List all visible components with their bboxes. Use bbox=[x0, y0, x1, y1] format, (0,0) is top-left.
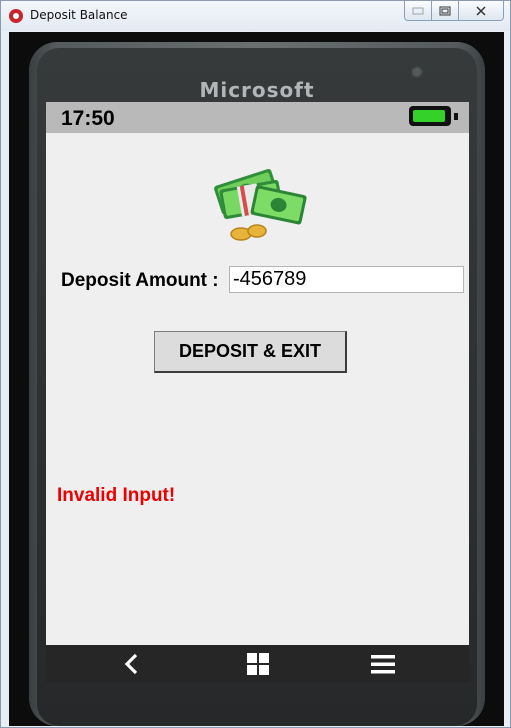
camera-icon bbox=[411, 66, 423, 78]
minimize-icon bbox=[412, 7, 424, 14]
close-button[interactable] bbox=[459, 1, 504, 21]
phone-screen: 17:50 Deposit Amount: -456789 DEPOSIT &… bbox=[46, 102, 469, 682]
restore-icon bbox=[439, 6, 451, 15]
status-bar: 17:50 bbox=[46, 102, 469, 133]
nav-bar bbox=[46, 645, 469, 682]
deposit-amount-label: Deposit Amount : bbox=[61, 270, 219, 291]
app-window: Deposit Balance Microsoft 17:50 Deposit … bbox=[0, 0, 511, 728]
battery-fill bbox=[413, 110, 446, 122]
windows-icon[interactable] bbox=[246, 652, 270, 676]
maximize-button[interactable] bbox=[432, 1, 459, 21]
app-logo-icon bbox=[9, 9, 23, 23]
window-title: Deposit Balance bbox=[30, 8, 128, 22]
minimize-button[interactable] bbox=[404, 1, 432, 21]
deposit-exit-button[interactable]: DEPOSIT & EXIT bbox=[154, 331, 347, 373]
menu-icon[interactable] bbox=[371, 652, 395, 676]
error-message: Invalid Input! bbox=[57, 485, 176, 506]
deposit-amount-input[interactable] bbox=[229, 266, 464, 293]
close-icon bbox=[476, 5, 486, 16]
status-time: 17:50 bbox=[61, 107, 115, 130]
battery-icon bbox=[409, 106, 451, 126]
battery-tip bbox=[454, 113, 458, 120]
window-controls bbox=[404, 1, 504, 21]
title-bar[interactable]: Deposit Balance bbox=[1, 1, 510, 31]
money-stack-icon bbox=[214, 168, 307, 241]
back-icon[interactable] bbox=[120, 652, 144, 676]
phone-brand: Microsoft bbox=[199, 78, 315, 102]
